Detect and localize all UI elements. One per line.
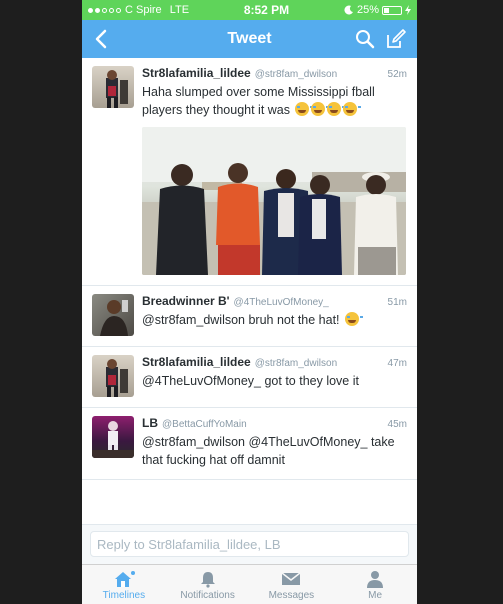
bell-icon [200, 572, 215, 588]
tweet-text: Haha slumped over some Mississippi fball… [142, 83, 407, 119]
tab-label: Messages [268, 590, 315, 601]
laughing-crying-emoji-icon [327, 102, 346, 116]
tab-timelines[interactable]: Timelines [82, 565, 166, 604]
tab-label: Me [368, 590, 383, 601]
tweet-item[interactable]: Breadwinner B' @4TheLuvOfMoney_ 51m @str… [82, 286, 417, 347]
tweet-item[interactable]: Str8lafamilia_lildee @str8fam_dwilson 47… [82, 347, 417, 408]
signal-dot [95, 7, 100, 13]
tweet-header: Str8lafamilia_lildee @str8fam_dwilson 47… [142, 355, 407, 369]
tweet-timestamp: 47m [387, 358, 407, 369]
tweet-text: @str8fam_dwilson bruh not the hat! [142, 311, 407, 329]
laughing-crying-emoji-icon [311, 102, 330, 116]
search-icon[interactable] [355, 29, 375, 49]
reply-input[interactable] [90, 531, 409, 557]
signal-dot [102, 7, 107, 13]
tab-me[interactable]: Me [333, 565, 417, 604]
laughing-crying-emoji-icon [295, 102, 314, 116]
signal-strength-icon [88, 7, 121, 13]
avatar-photo [106, 359, 128, 397]
reply-bar [82, 524, 417, 564]
tweet-text: @4TheLuvOfMoney_ got to they love it [142, 374, 359, 388]
group-photo-image [142, 127, 406, 275]
laughing-crying-emoji-icon [343, 102, 362, 116]
charging-bolt-icon [405, 5, 411, 15]
tweet-item[interactable]: Str8lafamilia_lildee @str8fam_dwilson 52… [82, 58, 417, 286]
tweet-author-handle[interactable]: @str8fam_dwilson [255, 69, 337, 80]
tweet-body: Str8lafamilia_lildee @str8fam_dwilson 47… [142, 355, 407, 397]
avatar[interactable] [92, 294, 134, 336]
laughing-crying-emoji-icon [345, 312, 364, 326]
moon-icon [344, 5, 353, 15]
battery-fill [384, 7, 389, 13]
tweet-header: Str8lafamilia_lildee @str8fam_dwilson 52… [142, 66, 407, 80]
tweet-header: Breadwinner B' @4TheLuvOfMoney_ 51m [142, 294, 407, 308]
person-icon [367, 571, 384, 588]
tweet-text: @str8fam_dwilson @4TheLuvOfMoney_ take t… [142, 435, 395, 467]
avatar-photo [92, 421, 134, 458]
tweet-feed[interactable]: Str8lafamilia_lildee @str8fam_dwilson 52… [82, 58, 417, 524]
phone-screen: C Spire LTE 8:52 PM 25% Tweet Str8lafami… [82, 0, 417, 604]
avatar[interactable] [92, 355, 134, 397]
signal-dot [109, 7, 114, 13]
signal-dot [88, 7, 93, 13]
tab-notifications[interactable]: Notifications [166, 565, 250, 604]
compose-icon[interactable] [385, 28, 407, 50]
envelope-icon [281, 572, 301, 585]
carrier-name: C Spire [125, 4, 162, 16]
avatar[interactable] [92, 416, 134, 458]
status-left: C Spire LTE [88, 4, 189, 16]
avatar-photo [100, 300, 128, 336]
tweet-author-handle[interactable]: @str8fam_dwilson [255, 358, 337, 369]
tweet-text-content: @str8fam_dwilson bruh not the hat! [142, 313, 340, 327]
tweet-author-name[interactable]: Str8lafamilia_lildee [142, 355, 251, 369]
nav-bar: Tweet [82, 20, 417, 58]
avatar-photo [106, 70, 128, 108]
tweet-author-name[interactable]: LB [142, 416, 158, 430]
tweet-item[interactable]: LB @BettaCuffYoMain 45m @str8fam_dwilson… [82, 408, 417, 480]
avatar[interactable] [92, 66, 134, 108]
battery-percent: 25% [356, 4, 379, 16]
tweet-author-handle[interactable]: @4TheLuvOfMoney_ [234, 297, 329, 308]
tab-messages[interactable]: Messages [250, 565, 334, 604]
tweet-author-handle[interactable]: @BettaCuffYoMain [162, 419, 247, 430]
home-icon [114, 571, 135, 587]
clock: 8:52 PM [243, 3, 290, 17]
tweet-photo[interactable] [142, 127, 406, 275]
tweet-header: LB @BettaCuffYoMain 45m [142, 416, 407, 430]
tweet-timestamp: 51m [387, 297, 407, 308]
page-title: Tweet [227, 30, 272, 47]
network-type: LTE [169, 4, 190, 16]
signal-dot [116, 7, 121, 13]
tweet-timestamp: 52m [387, 69, 407, 80]
tab-label: Timelines [102, 590, 146, 601]
status-bar: C Spire LTE 8:52 PM 25% [82, 0, 417, 20]
battery-icon [382, 5, 402, 15]
back-arrow-icon[interactable] [92, 28, 112, 50]
tweet-timestamp: 45m [387, 419, 407, 430]
tweet-author-name[interactable]: Str8lafamilia_lildee [142, 66, 251, 80]
tweet-author-name[interactable]: Breadwinner B' [142, 294, 230, 308]
status-right: 25% [344, 4, 411, 16]
tweet-body: Str8lafamilia_lildee @str8fam_dwilson 52… [142, 66, 407, 275]
tab-label: Notifications [180, 590, 235, 601]
tab-bar: Timelines Notifications Messages Me [82, 564, 417, 604]
tweet-body: LB @BettaCuffYoMain 45m @str8fam_dwilson… [142, 416, 407, 469]
tweet-body: Breadwinner B' @4TheLuvOfMoney_ 51m @str… [142, 294, 407, 336]
